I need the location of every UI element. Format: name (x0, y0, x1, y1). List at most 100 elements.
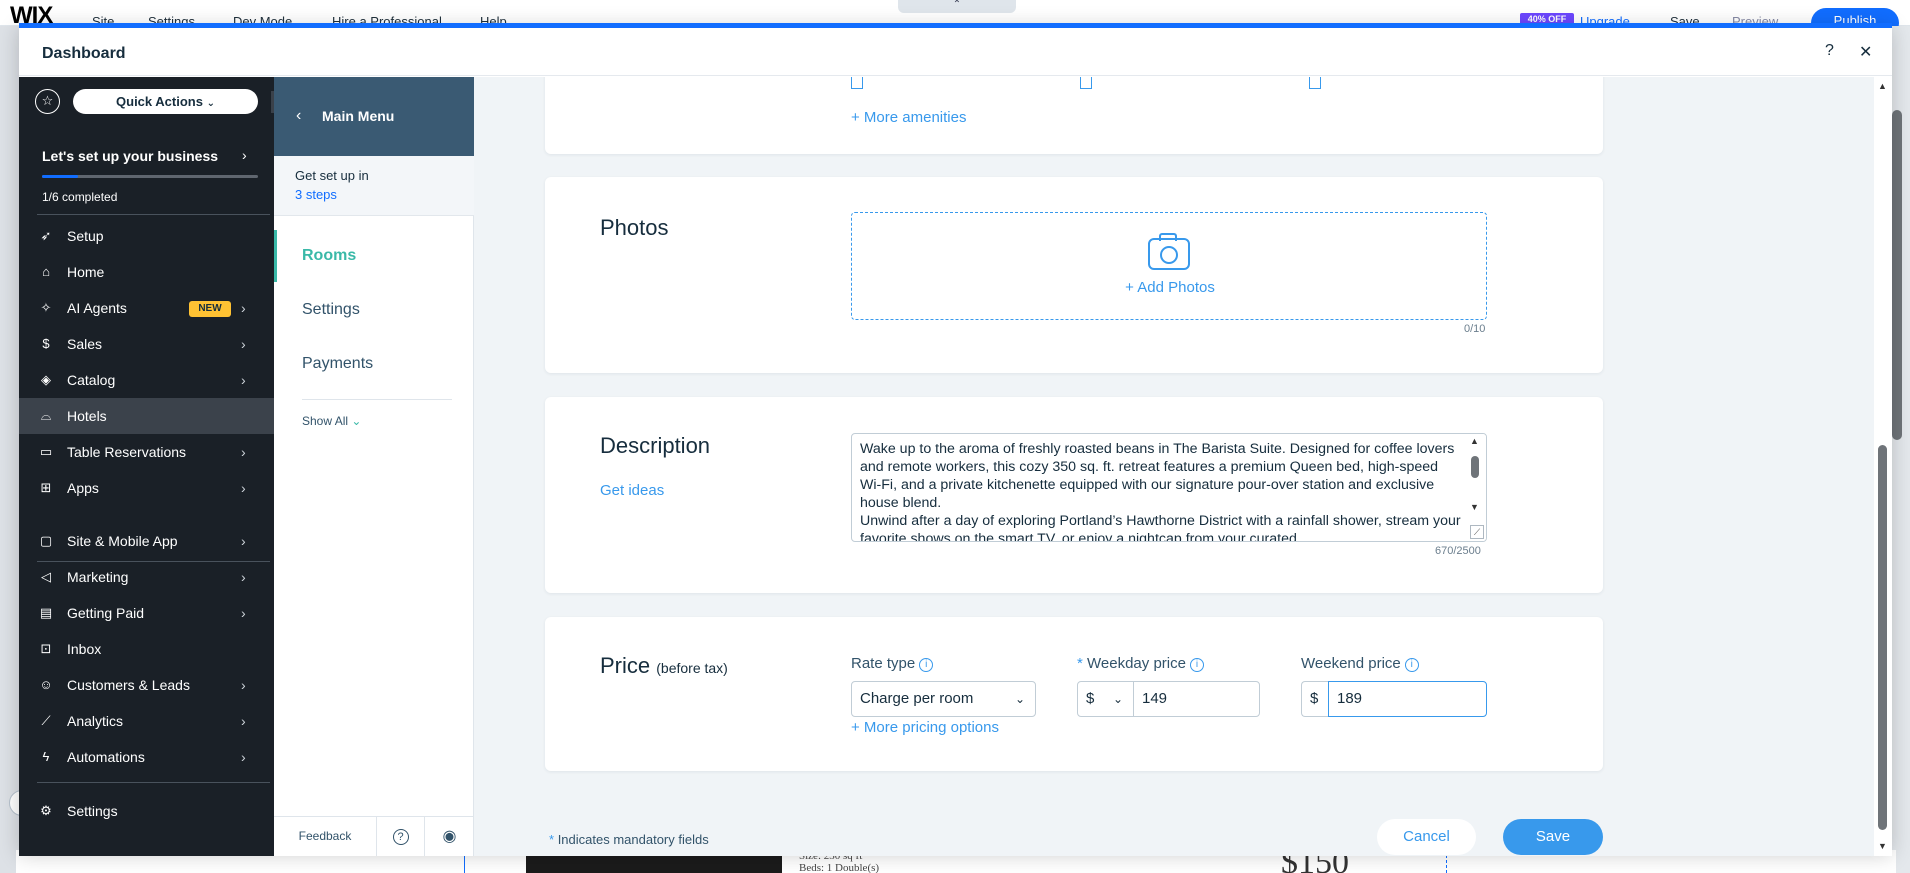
more-pricing-options-link[interactable]: + More pricing options (851, 719, 999, 736)
scroll-up-icon[interactable]: ▲ (1470, 436, 1479, 446)
home-icon: ⌂ (42, 264, 50, 279)
sidebar-item-settings[interactable]: ⚙ Settings (19, 793, 274, 829)
sidebar-item-label: Site & Mobile App (67, 533, 178, 549)
chevron-down-icon: ⌄ (1014, 692, 1025, 706)
amenity-checkbox[interactable] (851, 77, 863, 89)
description-textarea[interactable]: Wake up to the aroma of freshly roasted … (851, 433, 1487, 542)
hotels-subnav: ‹ Main Menu Get set up in 3 steps Rooms … (274, 77, 474, 856)
gear-icon: ⚙ (40, 803, 52, 818)
chevron-down-icon: ⌄ (206, 98, 215, 109)
sidebar-item-label: Automations (67, 749, 145, 765)
editor-left-rail (0, 26, 35, 873)
dollar-icon: $ (42, 336, 50, 351)
rate-type-value: Charge per room (860, 690, 974, 707)
page-scrollbar[interactable] (1892, 110, 1902, 440)
sidebar-item-site-mobile-app[interactable]: ▢ Site & Mobile App › (19, 523, 274, 559)
quick-actions-label: Quick Actions (116, 94, 203, 109)
weekday-label-text: Weekday price (1087, 655, 1186, 672)
weekday-currency-select[interactable]: $ ⌄ (1077, 681, 1134, 717)
info-icon[interactable]: i (919, 658, 934, 672)
setup-steps-banner[interactable]: Get set up in 3 steps (274, 156, 474, 216)
setup-steps-line1: Get set up in (295, 168, 369, 183)
setup-title[interactable]: Let's set up your business (42, 148, 218, 164)
amenities-card: + More amenities (545, 77, 1603, 154)
sidebar-item-table-reservations[interactable]: ▭ Table Reservations › (19, 434, 274, 470)
rate-type-select[interactable]: Charge per room ⌄ (851, 681, 1036, 717)
chevron-left-icon[interactable]: ‹ (296, 107, 301, 125)
cancel-button[interactable]: Cancel (1377, 819, 1476, 855)
chevron-right-icon: › (241, 713, 246, 729)
sidebar-divider (37, 782, 270, 783)
get-ideas-link[interactable]: Get ideas (600, 482, 664, 499)
scroll-thumb[interactable] (1878, 445, 1887, 830)
modal-title: Dashboard (42, 45, 126, 62)
help-icon[interactable]: ? (1825, 42, 1834, 60)
sidebar-item-getting-paid[interactable]: ▤ Getting Paid › (19, 595, 274, 631)
scroll-down-icon[interactable]: ▼ (1470, 502, 1479, 512)
subnav-header[interactable]: ‹ Main Menu (274, 77, 474, 156)
photos-dropzone[interactable]: + Add Photos (851, 212, 1487, 320)
resize-handle-icon[interactable]: ⟋ (1470, 525, 1484, 539)
show-all-label: Show All (302, 414, 349, 428)
sidebar-item-analytics[interactable]: ⟋ Analytics › (19, 703, 274, 739)
chevron-right-icon: › (241, 480, 246, 496)
dashboard-modal: Dashboard ? ✕ ☆ Quick Actions ⌄ ‹ Let's … (19, 23, 1892, 856)
scroll-thumb[interactable] (1471, 456, 1479, 478)
sidebar-item-label: Apps (67, 480, 99, 496)
subnav-item-rooms[interactable]: Rooms (274, 230, 474, 282)
info-icon[interactable]: i (1189, 658, 1204, 672)
add-photos-label: + Add Photos (1125, 279, 1215, 296)
setup-progress-text: 1/6 completed (42, 190, 118, 204)
star-icon[interactable]: ☆ (35, 89, 60, 114)
more-amenities-link[interactable]: + More amenities (851, 109, 966, 126)
setup-progress-bar (42, 175, 258, 178)
scroll-up-icon[interactable]: ▲ (1878, 81, 1887, 91)
sidebar-item-hotels[interactable]: ⌓ Hotels (19, 398, 274, 434)
info-icon[interactable]: i (1404, 658, 1419, 672)
amenity-checkbox[interactable] (1309, 77, 1321, 89)
weekday-currency: $ (1086, 690, 1095, 707)
sidebar-item-home[interactable]: ⌂ Home (19, 254, 274, 290)
subnav-item-settings[interactable]: Settings (274, 284, 474, 336)
amenity-checkbox[interactable] (1080, 77, 1092, 89)
sidebar-item-marketing[interactable]: ◁ Marketing › (19, 559, 274, 595)
show-all-button[interactable]: Show All ⌄ (302, 414, 361, 428)
collapse-chevron-icon[interactable]: ⌃ (898, 0, 1016, 13)
price-title: Price (before tax) (600, 653, 728, 679)
chevron-right-icon: › (241, 300, 246, 316)
question-icon[interactable]: ? (377, 817, 425, 856)
eye-icon[interactable]: ◉ (425, 817, 474, 856)
main-menu-title: Main Menu (322, 108, 395, 124)
sidebar-item-label: Getting Paid (67, 605, 145, 621)
sidebar-item-inbox[interactable]: ⊡ Inbox (19, 631, 274, 667)
chevron-right-icon: › (241, 533, 246, 549)
setup-progress-fill (42, 175, 78, 178)
quick-actions-button[interactable]: Quick Actions ⌄ (73, 89, 258, 114)
scroll-down-icon[interactable]: ▼ (1878, 841, 1887, 851)
sidebar-divider (37, 214, 270, 215)
sidebar-item-setup[interactable]: ➶ Setup (19, 218, 274, 254)
subnav-item-payments[interactable]: Payments (274, 338, 474, 390)
sidebar-item-label: Catalog (67, 372, 116, 388)
sidebar-item-label: Sales (67, 336, 103, 352)
sidebar-item-automations[interactable]: ϟ Automations › (19, 739, 274, 775)
save-button[interactable]: Save (1503, 819, 1603, 855)
weekday-price-input[interactable]: 149 (1133, 681, 1260, 717)
sidebar-item-sales[interactable]: $ Sales › (19, 326, 274, 362)
modal-header: Dashboard ? ✕ (19, 28, 1892, 76)
feedback-button[interactable]: Feedback (274, 817, 377, 856)
sidebar-item-catalog[interactable]: ◈ Catalog › (19, 362, 274, 398)
sidebar-item-label: AI Agents (67, 300, 127, 316)
sidebar-item-ai-agents[interactable]: ✧ AI Agents NEW › (19, 290, 274, 326)
devices-icon: ▢ (39, 533, 53, 548)
sidebar-item-apps[interactable]: ⊞ Apps › (19, 470, 274, 506)
description-text: Wake up to the aroma of freshly roasted … (860, 441, 1461, 542)
weekend-currency: $ (1301, 681, 1329, 717)
chevron-right-icon[interactable]: › (242, 147, 247, 163)
rate-type-label-text: Rate type (851, 655, 916, 672)
sidebar-item-customers-leads[interactable]: ☺ Customers & Leads › (19, 667, 274, 703)
price-card: Price (before tax) Rate type i Charge per… (545, 617, 1603, 771)
weekend-price-input[interactable]: 189 (1328, 681, 1487, 717)
close-icon[interactable]: ✕ (1859, 42, 1872, 62)
content-scrollbar[interactable]: ▲ ▼ (1874, 77, 1892, 856)
